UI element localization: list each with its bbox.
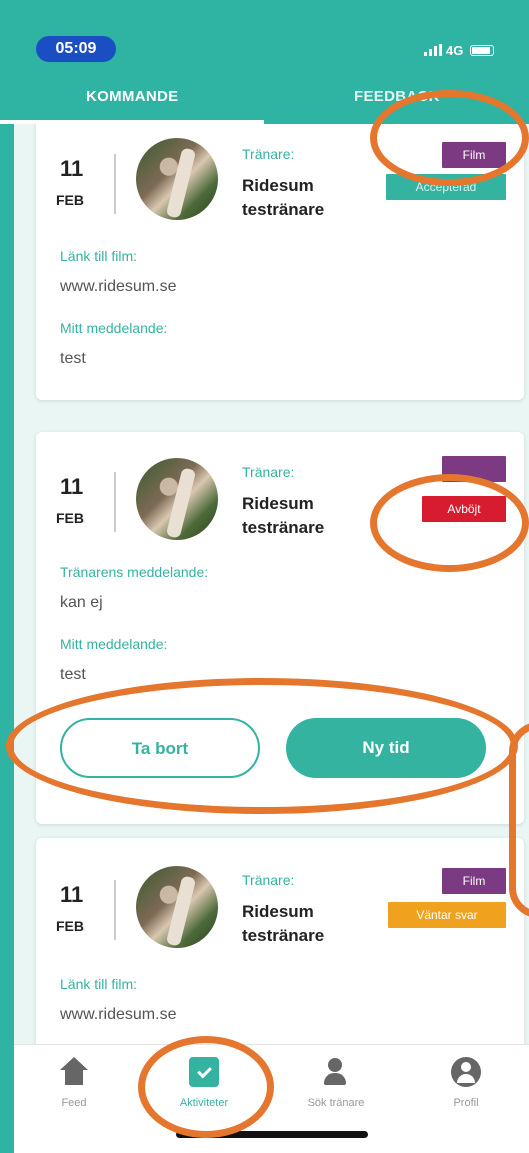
- remove-button[interactable]: Ta bort: [60, 718, 260, 778]
- badge-status: Accepterad: [386, 174, 506, 200]
- field-value: kan ej: [60, 594, 103, 611]
- activities-list[interactable]: 11 FEB Tränare: Ridesum testränare Film …: [14, 124, 529, 1044]
- nav-feed-label: Feed: [61, 1097, 87, 1109]
- film-link[interactable]: www.ridesum.se: [60, 278, 176, 296]
- date-day: 11: [60, 156, 84, 181]
- new-time-button[interactable]: Ny tid: [286, 718, 486, 778]
- date-divider: [114, 880, 116, 940]
- home-icon: [59, 1057, 89, 1087]
- badge-waiting: Väntar svar: [388, 902, 506, 928]
- date-month: FEB: [56, 192, 84, 208]
- badge-film: Film: [442, 456, 506, 482]
- badge-declined: Avböjt: [422, 496, 506, 522]
- nav-activities-label: Aktiviteter: [179, 1097, 229, 1109]
- badge-film: Film: [442, 142, 506, 168]
- activity-card: 11 FEB Tränare: Ridesum testränare Film …: [36, 124, 524, 400]
- signal-bars-icon: [424, 44, 442, 56]
- field-label: Tränarens meddelande:: [60, 564, 209, 580]
- nav-search-coach-label: Sök tränare: [307, 1097, 365, 1109]
- date-month: FEB: [56, 510, 84, 526]
- nav-profile[interactable]: Profil: [406, 1057, 526, 1109]
- badge-film: Film: [442, 868, 506, 894]
- nav-feed[interactable]: Feed: [14, 1057, 134, 1109]
- coach-label: Tränare:: [242, 146, 295, 162]
- tab-bar: KOMMANDE FEEDBACK: [0, 80, 529, 124]
- field-value: test: [60, 666, 86, 683]
- calendar-check-icon: [189, 1057, 219, 1087]
- coach-label: Tränare:: [242, 464, 295, 480]
- field-label: Länk till film:: [60, 976, 138, 992]
- tab-feedback[interactable]: FEEDBACK: [354, 88, 464, 105]
- activity-card: 11 FEB Tränare: Ridesum testränare Film …: [36, 432, 524, 824]
- coach-name: Ridesum testränare: [242, 902, 325, 945]
- date-divider: [114, 472, 116, 532]
- date-divider: [114, 154, 116, 214]
- app-screen: 05:09 4G KOMMANDE FEEDBACK 11 FEB Tränar…: [0, 0, 529, 1153]
- signal-indicator: 4G: [424, 40, 514, 60]
- status-time: 05:09: [36, 36, 116, 62]
- nav-search-coach[interactable]: Sök tränare: [276, 1057, 396, 1109]
- coach-avatar: [136, 458, 218, 540]
- date-day: 11: [60, 474, 84, 499]
- home-indicator: [176, 1131, 368, 1138]
- field-label: Mitt meddelande:: [60, 636, 168, 652]
- search-coach-icon: [321, 1057, 351, 1087]
- status-bar: 05:09 4G: [0, 0, 529, 80]
- nav-profile-label: Profil: [453, 1097, 479, 1109]
- coach-avatar: [136, 866, 218, 948]
- coach-avatar: [136, 138, 218, 220]
- coach-name: Ridesum testränare: [242, 494, 325, 537]
- field-label: Länk till film:: [60, 248, 138, 264]
- activity-card: 11 FEB Tränare: Ridesum testränare Film …: [36, 838, 524, 1044]
- date-day: 11: [60, 882, 84, 907]
- nav-activities[interactable]: Aktiviteter: [144, 1057, 264, 1109]
- date-month: FEB: [56, 918, 84, 934]
- battery-icon: [470, 44, 495, 56]
- field-label: Mitt meddelande:: [60, 320, 168, 336]
- film-link[interactable]: www.ridesum.se: [60, 1006, 176, 1024]
- field-value: test: [60, 350, 86, 367]
- coach-label: Tränare:: [242, 872, 295, 888]
- tab-upcoming[interactable]: KOMMANDE: [86, 88, 178, 105]
- network-type: 4G: [446, 42, 464, 58]
- coach-name: Ridesum testränare: [242, 176, 325, 219]
- profile-icon: [451, 1057, 481, 1087]
